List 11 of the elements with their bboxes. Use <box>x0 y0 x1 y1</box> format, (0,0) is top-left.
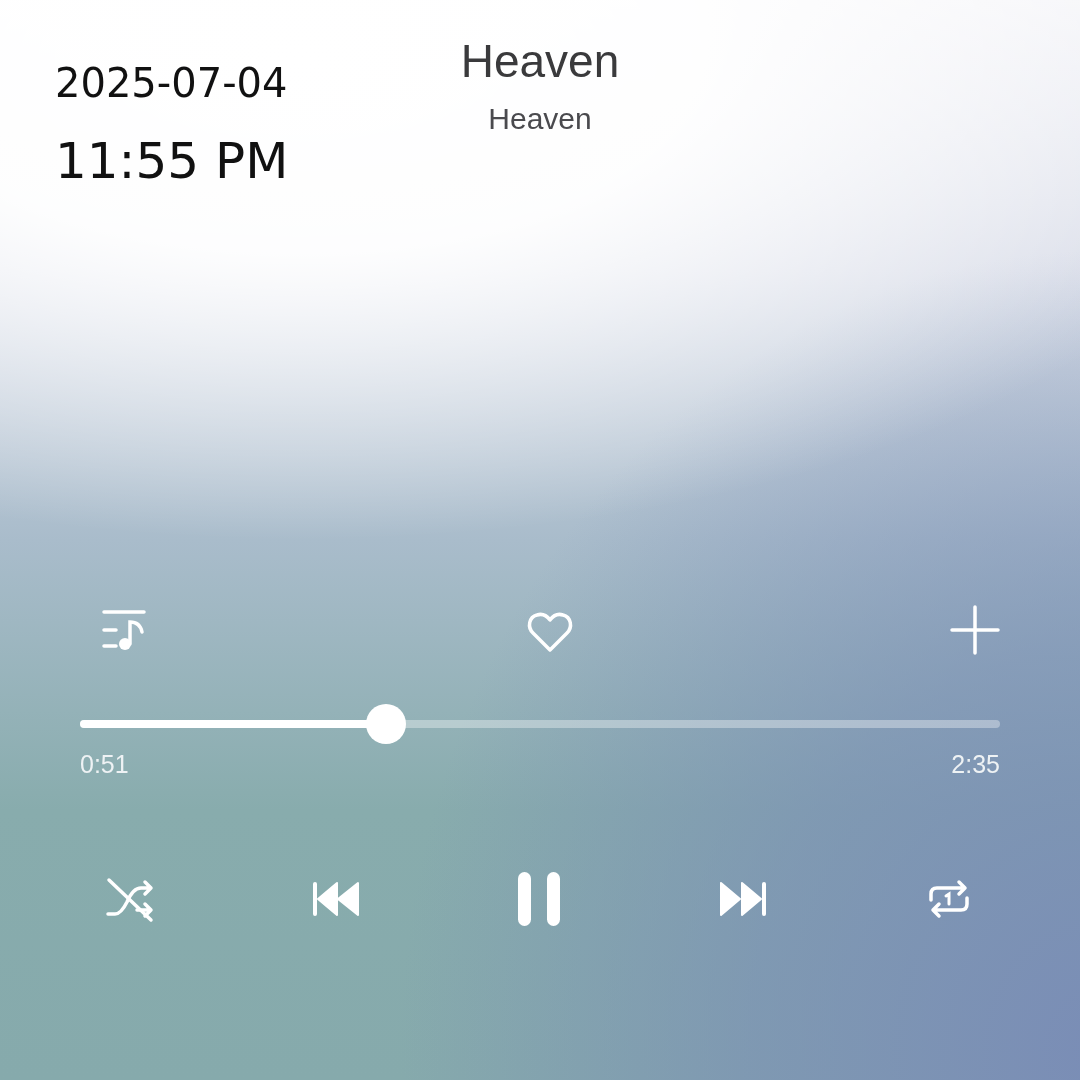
pause-icon[interactable] <box>516 871 562 927</box>
duration: 2:35 <box>951 750 1000 779</box>
date: 2025-07-04 <box>55 60 289 106</box>
next-icon[interactable] <box>717 879 768 919</box>
elapsed-time: 0:51 <box>80 750 129 779</box>
time: 11:55 PM <box>55 132 289 190</box>
previous-icon[interactable] <box>310 879 361 919</box>
add-icon[interactable] <box>950 605 1000 655</box>
artist-name: Heaven <box>488 102 592 136</box>
song-title: Heaven <box>460 34 620 88</box>
progress-thumb[interactable] <box>366 704 407 744</box>
